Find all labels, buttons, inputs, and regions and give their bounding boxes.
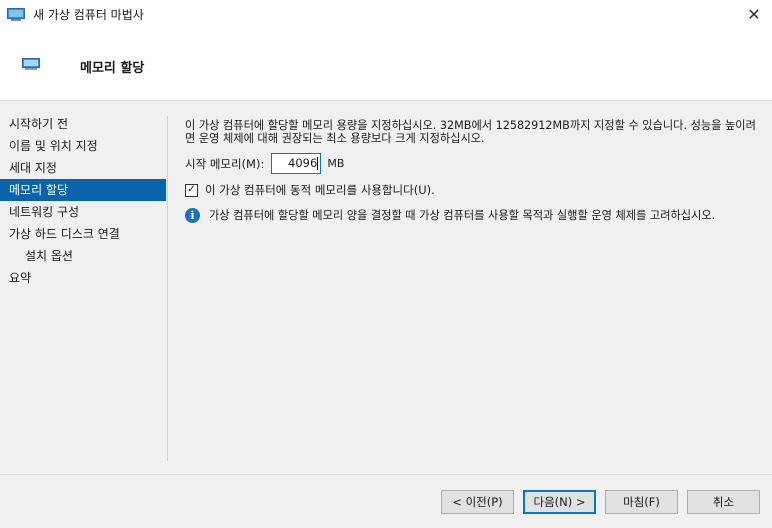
footer-divider [0,474,772,475]
cancel-button[interactable]: 취소 [687,490,760,514]
nav-item-memory[interactable]: 메모리 할당 [0,179,166,201]
info-text: 가상 컴퓨터에 할당할 메모리 양을 결정할 때 가상 컴퓨터를 사용할 목적과… [209,209,716,222]
finish-button[interactable]: 마침(F) [605,490,678,514]
dynamic-memory-label[interactable]: 이 가상 컴퓨터에 동적 메모리를 사용합니다(U). [205,182,435,198]
vm-monitor-icon [7,7,25,22]
window-title: 새 가상 컴퓨터 마법사 [33,8,144,22]
nav-item-install-options[interactable]: 설치 옵션 [0,245,166,267]
nav-item-name-location[interactable]: 이름 및 위치 지정 [0,135,166,157]
vm-monitor-icon [22,58,40,71]
close-icon[interactable]: ✕ [736,0,772,29]
nav-item-summary[interactable]: 요약 [0,267,166,289]
nav-item-virtual-disk[interactable]: 가상 하드 디스크 연결 [0,223,166,245]
memory-description: 이 가상 컴퓨터에 할당할 메모리 용량을 지정하십시오. 32MB에서 125… [185,119,756,145]
memory-settings-panel: 이 가상 컴퓨터에 할당할 메모리 용량을 지정하십시오. 32MB에서 125… [185,119,765,223]
startup-memory-row: 시작 메모리(M): 4096 MB [185,153,344,174]
next-button[interactable]: 다음(N) > [523,490,596,514]
startup-memory-value: 4096 [288,156,318,170]
wizard-header: 메모리 할당 [0,29,772,101]
startup-memory-input[interactable]: 4096 [271,153,322,174]
memory-unit-label: MB [327,157,345,170]
title-bar: 새 가상 컴퓨터 마법사 ✕ [0,0,772,29]
info-row: i 가상 컴퓨터에 할당할 메모리 양을 결정할 때 가상 컴퓨터를 사용할 목… [185,207,715,223]
nav-item-generation[interactable]: 세대 지정 [0,157,166,179]
previous-button[interactable]: < 이전(P) [441,490,514,514]
nav-item-networking[interactable]: 네트워킹 구성 [0,201,166,223]
page-title: 메모리 할당 [80,61,145,76]
text-caret [317,157,319,170]
sidebar-divider [167,116,168,461]
info-icon: i [185,207,200,223]
wizard-steps-nav: 시작하기 전 이름 및 위치 지정 세대 지정 메모리 할당 네트워킹 구성 가… [0,113,166,289]
checkmark-icon: ✓ [187,184,196,195]
dynamic-memory-row: ✓ 이 가상 컴퓨터에 동적 메모리를 사용합니다(U). [185,182,435,198]
nav-item-before-you-begin[interactable]: 시작하기 전 [0,113,166,135]
dynamic-memory-checkbox[interactable]: ✓ [185,183,198,197]
startup-memory-label: 시작 메모리(M): [185,156,265,171]
